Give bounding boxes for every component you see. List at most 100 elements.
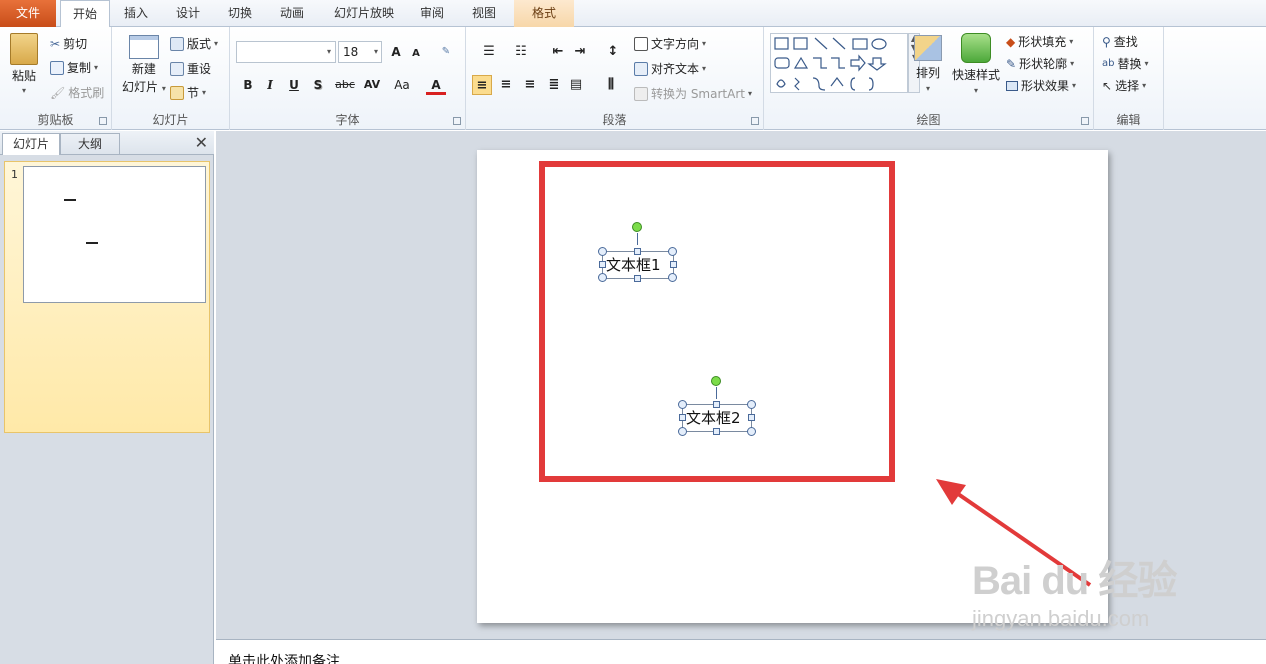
new-slide-button[interactable]: 新建 幻灯片 ▾ [122, 35, 166, 95]
decrease-indent-icon[interactable]: ⇤ [548, 42, 568, 62]
tab-animations[interactable]: 动画 [270, 0, 314, 27]
slide-number: 1 [11, 168, 18, 181]
resize-handle[interactable] [713, 428, 720, 435]
resize-handle[interactable] [599, 261, 606, 268]
thumbnail-textbox-2 [86, 242, 98, 244]
reset-button[interactable]: 重设 [170, 60, 211, 77]
char-spacing-button[interactable]: AV [360, 75, 384, 95]
font-color-button[interactable]: A [426, 75, 446, 95]
close-icon[interactable]: ✕ [195, 133, 208, 152]
tab-design[interactable]: 设计 [166, 0, 210, 27]
font-size-combobox[interactable]: 18 ▾ [338, 41, 382, 63]
shape-effects-button[interactable]: 形状效果 ▾ [1006, 77, 1076, 94]
tab-review[interactable]: 审阅 [410, 0, 454, 27]
shrink-font-button[interactable]: A [406, 44, 426, 64]
replace-button[interactable]: ab 替换 ▾ [1102, 55, 1149, 72]
convert-smartart-button[interactable]: 转换为 SmartArt ▾ [634, 85, 752, 102]
bold-button[interactable]: B [238, 75, 258, 95]
resize-handle[interactable] [668, 273, 677, 282]
resize-handle[interactable] [598, 273, 607, 282]
layout-button[interactable]: 版式 ▾ [170, 35, 218, 52]
distribute-icon[interactable]: ▤ [566, 75, 586, 95]
shape-outline-label: 形状轮廓 [1019, 57, 1068, 71]
resize-handle[interactable] [679, 414, 686, 421]
increase-indent-icon[interactable]: ⇥ [570, 42, 590, 62]
align-right-icon[interactable]: ≡ [520, 75, 540, 95]
strikethrough-button[interactable]: abc [332, 75, 358, 95]
tab-outline-panel[interactable]: 大纲 [60, 133, 120, 155]
section-button[interactable]: 节 ▾ [170, 84, 206, 101]
find-label: 查找 [1113, 35, 1138, 49]
reset-label: 重设 [187, 62, 212, 76]
resize-handle[interactable] [678, 400, 687, 409]
align-center-icon[interactable]: ≡ [496, 75, 516, 95]
copy-button[interactable]: 复制 ▾ [50, 59, 98, 76]
tab-slideshow[interactable]: 幻灯片放映 [326, 0, 402, 27]
columns-icon[interactable]: ⫼ [598, 75, 624, 95]
shape-fill-button[interactable]: ◆ 形状填充 ▾ [1006, 33, 1073, 50]
find-button[interactable]: ⚲ 查找 [1102, 33, 1138, 50]
slide-thumbnail[interactable] [23, 166, 206, 303]
clipboard-group: 粘贴 ▾ ✂ 剪切 复制 ▾ 🖌 格式刷 剪贴板 [0, 27, 112, 130]
notes-placeholder: 单击此处添加备注 [228, 654, 340, 664]
arrange-button[interactable]: 排列 ▾ [914, 35, 942, 93]
tab-format[interactable]: 格式 [514, 0, 574, 27]
numbering-icon[interactable]: ☷ [506, 42, 536, 62]
change-case-button[interactable]: Aa [390, 75, 414, 95]
slides-panel-tabs: 幻灯片 大纲 ✕ [0, 131, 214, 155]
shapes-gallery[interactable] [770, 33, 908, 93]
cut-button[interactable]: ✂ 剪切 [50, 35, 87, 52]
grow-font-button[interactable]: A [386, 42, 406, 62]
rotate-handle[interactable] [632, 222, 642, 232]
resize-handle[interactable] [634, 248, 641, 255]
font-name-combobox[interactable]: ▾ [236, 41, 336, 63]
resize-handle[interactable] [668, 247, 677, 256]
line-spacing-icon[interactable]: ↕ [600, 42, 626, 62]
rotate-line [716, 387, 717, 399]
shape-outline-button[interactable]: ✎ 形状轮廓 ▾ [1006, 55, 1074, 72]
text-direction-button[interactable]: 文字方向 ▾ [634, 35, 706, 52]
font-dialog-launcher[interactable] [453, 117, 461, 125]
shadow-button[interactable]: S [308, 75, 328, 95]
tab-slides-panel[interactable]: 幻灯片 [2, 133, 60, 155]
format-painter-button[interactable]: 🖌 格式刷 [50, 84, 104, 101]
chevron-down-icon: ▾ [161, 84, 166, 93]
italic-button[interactable]: I [260, 75, 280, 95]
new-slide-label-1: 新建 [131, 62, 156, 76]
resize-handle[interactable] [678, 427, 687, 436]
resize-handle[interactable] [748, 414, 755, 421]
clipboard-dialog-launcher[interactable] [99, 117, 107, 125]
bullets-icon[interactable]: ☰ [474, 42, 504, 62]
drawing-dialog-launcher[interactable] [1081, 117, 1089, 125]
select-button[interactable]: ↖ 选择 ▾ [1102, 77, 1146, 94]
notes-pane[interactable]: 单击此处添加备注 [216, 639, 1266, 664]
rotate-handle[interactable] [711, 376, 721, 386]
align-text-button[interactable]: 对齐文本 ▾ [634, 60, 706, 77]
align-left-icon[interactable]: ≡ [472, 75, 492, 95]
chevron-down-icon: ▾ [1072, 81, 1077, 90]
thumbnail-textbox-1 [64, 199, 76, 201]
resize-handle[interactable] [713, 401, 720, 408]
resize-handle[interactable] [598, 247, 607, 256]
slide-thumbnail-item[interactable]: 1 [4, 161, 210, 433]
tab-home[interactable]: 开始 [60, 0, 110, 28]
paragraph-dialog-launcher[interactable] [751, 117, 759, 125]
chevron-down-icon: ▾ [214, 39, 219, 48]
chevron-down-icon: ▾ [1070, 59, 1075, 68]
tab-insert[interactable]: 插入 [114, 0, 158, 27]
baidu-watermark: Bai du 经验 jingyan.baidu.com [972, 548, 1242, 638]
resize-handle[interactable] [747, 427, 756, 436]
quick-styles-button[interactable]: 快速样式 ▾ [952, 33, 1000, 95]
tab-file[interactable]: 文件 [0, 0, 56, 27]
resize-handle[interactable] [670, 261, 677, 268]
justify-icon[interactable]: ≣ [544, 75, 564, 95]
resize-handle[interactable] [634, 275, 641, 282]
tab-transitions[interactable]: 切换 [218, 0, 262, 27]
tab-view[interactable]: 视图 [462, 0, 506, 27]
paste-button[interactable]: 粘贴 ▾ [10, 33, 38, 95]
clear-format-icon[interactable]: ✎ [436, 42, 456, 62]
editing-group: ⚲ 查找 ab 替换 ▾ ↖ 选择 ▾ 编辑 [1094, 27, 1164, 130]
resize-handle[interactable] [747, 400, 756, 409]
underline-button[interactable]: U [284, 75, 304, 95]
quick-styles-label: 快速样式 [952, 68, 1001, 82]
